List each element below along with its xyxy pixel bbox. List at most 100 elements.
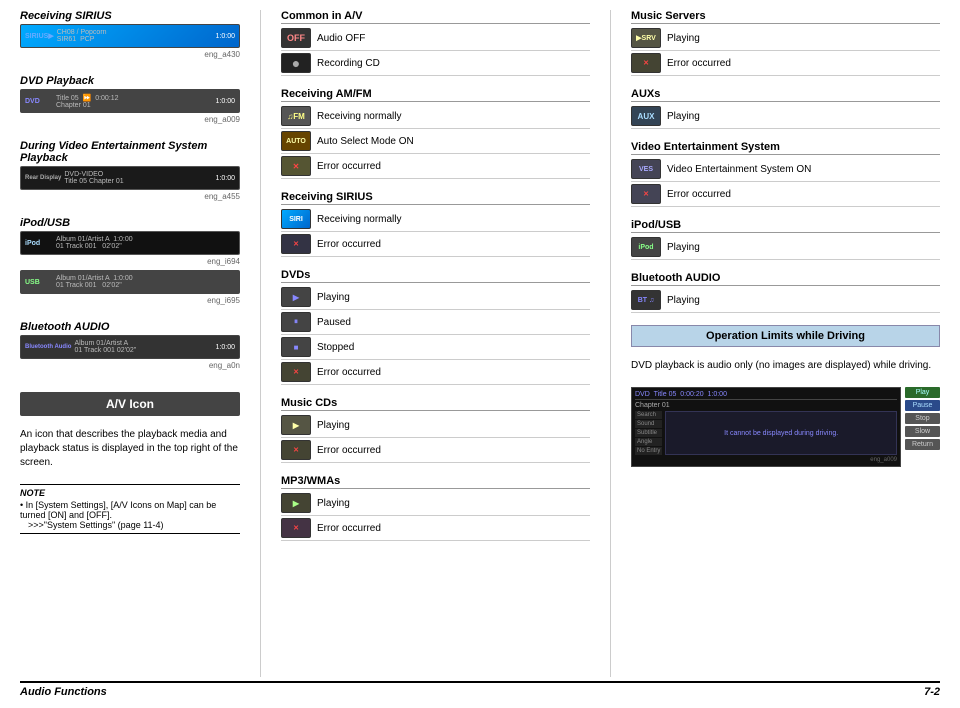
ipod-usb-section: iPod/USB iPod Album 01/Artist A 1:0:0001…: [20, 217, 240, 309]
video-ent-section: During Video Entertainment System Playba…: [20, 140, 240, 205]
mp3-wmas-title: MP3/WMAs: [281, 475, 590, 489]
footer-bar: Audio Functions 7-2: [20, 681, 940, 698]
music-cd-error-row: ✕ Error occurred: [281, 438, 590, 463]
video-ent-sys-title: Video Entertainment System: [631, 141, 940, 155]
aux-playing-row: AUX Playing: [631, 104, 940, 129]
receiving-sirius-section: Receiving SIRIUS SIRIUS▶ CH08 / PopcornS…: [20, 10, 240, 63]
dvd-sidebar-buttons: Play Pause Stop Slow Return: [905, 387, 940, 467]
receiving-sirius-mid-section: Receiving SIRIUS SIRI Receiving normally…: [281, 191, 590, 257]
bt-right-playing-row: BT ♫ Playing: [631, 288, 940, 313]
auxs-title: AUXs: [631, 88, 940, 102]
sirius-error-row: ✕ Error occurred: [281, 232, 590, 257]
dvd-error-label: Error occurred: [317, 367, 381, 378]
dvd-header-text: DVD Title 05 0:00:20 1:0:00: [635, 391, 727, 398]
receiving-amfm-section: Receiving AM/FM ♫FM Receiving normally A…: [281, 88, 590, 179]
amfm-normal-label: Receiving normally: [317, 111, 401, 122]
mp3-error-row: ✕ Error occurred: [281, 516, 590, 541]
sirius-normal-icon: SIRI: [281, 209, 311, 229]
usb-caption: eng_i695: [20, 296, 240, 305]
auto-select-label: Auto Select Mode ON: [317, 136, 414, 147]
video-ent-info: DVD-VIDEOTitle 05 Chapter 01: [64, 171, 212, 185]
divider-2: [610, 10, 611, 677]
ves-on-row: VES Video Entertainment System ON: [631, 157, 940, 182]
sirius-time: 1:0:00: [216, 33, 235, 40]
divider-1: [260, 10, 261, 677]
page: Receiving SIRIUS SIRIUS▶ CH08 / PopcornS…: [0, 0, 960, 708]
amfm-normal-row: ♫FM Receiving normally: [281, 104, 590, 129]
sirius-device-image: SIRIUS▶ CH08 / PopcornSIR61 PCP 1:0:00: [20, 24, 240, 48]
music-server-playing-row: ▶SRV Playing: [631, 26, 940, 51]
usb-info: Album 01/Artist A 1:0:0001 Track 001 02'…: [56, 275, 232, 289]
note-box: NOTE • In [System Settings], [A/V Icons …: [20, 484, 240, 534]
music-cd-playing-row: ▶ Playing: [281, 413, 590, 438]
sirius-normal-row: SIRI Receiving normally: [281, 207, 590, 232]
dvd-brand: DVD: [25, 98, 53, 105]
dvd-screenshot-container: DVD Title 05 0:00:20 1:0:00 Chapter 01 S…: [631, 387, 940, 467]
dvd-time: 1:0:00: [216, 98, 235, 105]
audio-off-label: Audio OFF: [317, 33, 365, 44]
ipod-right-playing-row: iPod Playing: [631, 235, 940, 260]
music-cd-error-icon: ✕: [281, 440, 311, 460]
dvd-btn-stop[interactable]: Stop: [905, 413, 940, 424]
dvd-menu-items: Search Sound Subtitle Angle No Entry: [635, 411, 662, 455]
video-ent-device-image: Rear Display DVD-VIDEOTitle 05 Chapter 0…: [20, 166, 240, 190]
music-cd-playing-icon: ▶: [281, 415, 311, 435]
dvd-btn-slow[interactable]: Slow: [905, 426, 940, 437]
mp3-playing-label: Playing: [317, 498, 350, 509]
footer-page: 7-2: [924, 686, 940, 698]
music-server-playing-icon: ▶SRV: [631, 28, 661, 48]
dvd-btn-pause[interactable]: Pause: [905, 400, 940, 411]
receiving-sirius-title: Receiving SIRIUS: [20, 10, 240, 22]
usb-brand: USB: [25, 279, 53, 286]
mp3-error-label: Error occurred: [317, 523, 381, 534]
dvd-menu-subtitle: Subtitle: [635, 429, 662, 437]
note-reference: >>>"System Settings" (page 11-4): [20, 520, 240, 530]
ves-error-icon: ✕: [631, 184, 661, 204]
amfm-error-icon: ✕: [281, 156, 311, 176]
middle-column: Common in A/V OFF Audio OFF ● Recording …: [281, 10, 590, 677]
video-ent-sys-section: Video Entertainment System VES Video Ent…: [631, 141, 940, 207]
operation-limits-description: DVD playback is audio only (no images ar…: [631, 359, 940, 373]
dvd-btn-return[interactable]: Return: [905, 439, 940, 450]
dvds-title: DVDs: [281, 269, 590, 283]
left-column: Receiving SIRIUS SIRIUS▶ CH08 / PopcornS…: [20, 10, 240, 677]
dvd-btn-play[interactable]: Play: [905, 387, 940, 398]
bluetooth-device-image: Bluetooth Audio Album 01/Artist A01 Trac…: [20, 335, 240, 359]
ipod-right-playing-icon: iPod: [631, 237, 661, 257]
sirius-caption: eng_a430: [20, 50, 240, 59]
usb-device-image: USB Album 01/Artist A 1:0:0001 Track 001…: [20, 270, 240, 294]
audio-off-icon: OFF: [281, 28, 311, 48]
footer-label: Audio Functions: [20, 686, 107, 698]
ves-on-label: Video Entertainment System ON: [667, 164, 811, 175]
aux-playing-icon: AUX: [631, 106, 661, 126]
dvds-section: DVDs ▶ Playing ⏸ Paused ■ Stopped ✕ Erro…: [281, 269, 590, 385]
ipod-info: Album 01/Artist A 1:0:0001 Track 001 02'…: [56, 236, 232, 250]
music-server-error-row: ✕ Error occurred: [631, 51, 940, 76]
receiving-sirius-mid-title: Receiving SIRIUS: [281, 191, 590, 205]
av-icon-box: A/V Icon: [20, 392, 240, 416]
auxs-section: AUXs AUX Playing: [631, 88, 940, 129]
music-server-error-label: Error occurred: [667, 58, 731, 69]
bt-brand: Bluetooth Audio: [25, 344, 71, 350]
dvd-device-image: DVD Title 05 ⏩ 0:00:12Chapter 01 1:0:00: [20, 89, 240, 113]
auto-select-icon: AUTO: [281, 131, 311, 151]
music-cd-error-label: Error occurred: [317, 445, 381, 456]
music-servers-section: Music Servers ▶SRV Playing ✕ Error occur…: [631, 10, 940, 76]
receiving-amfm-title: Receiving AM/FM: [281, 88, 590, 102]
video-ent-title: During Video Entertainment System Playba…: [20, 140, 240, 164]
mp3-playing-row: ▶ Playing: [281, 491, 590, 516]
amfm-normal-icon: ♫FM: [281, 106, 311, 126]
dvd-error-row: ✕ Error occurred: [281, 360, 590, 385]
bt-audio-right-section: Bluetooth AUDIO BT ♫ Playing: [631, 272, 940, 313]
sirius-error-icon: ✕: [281, 234, 311, 254]
music-server-error-icon: ✕: [631, 53, 661, 73]
dvd-paused-row: ⏸ Paused: [281, 310, 590, 335]
music-cds-section: Music CDs ▶ Playing ✕ Error occurred: [281, 397, 590, 463]
dvd-playing-icon: ▶: [281, 287, 311, 307]
note-bullet: • In [System Settings], [A/V Icons on Ma…: [20, 500, 240, 520]
dvd-menu-angle: Angle: [635, 438, 662, 446]
dvd-menu-area: Search Sound Subtitle Angle No Entry It …: [635, 411, 897, 455]
ipod-usb-right-title: iPod/USB: [631, 219, 940, 233]
dvd-info: Title 05 ⏩ 0:00:12Chapter 01: [56, 94, 213, 109]
ipod-caption: eng_i694: [20, 257, 240, 266]
